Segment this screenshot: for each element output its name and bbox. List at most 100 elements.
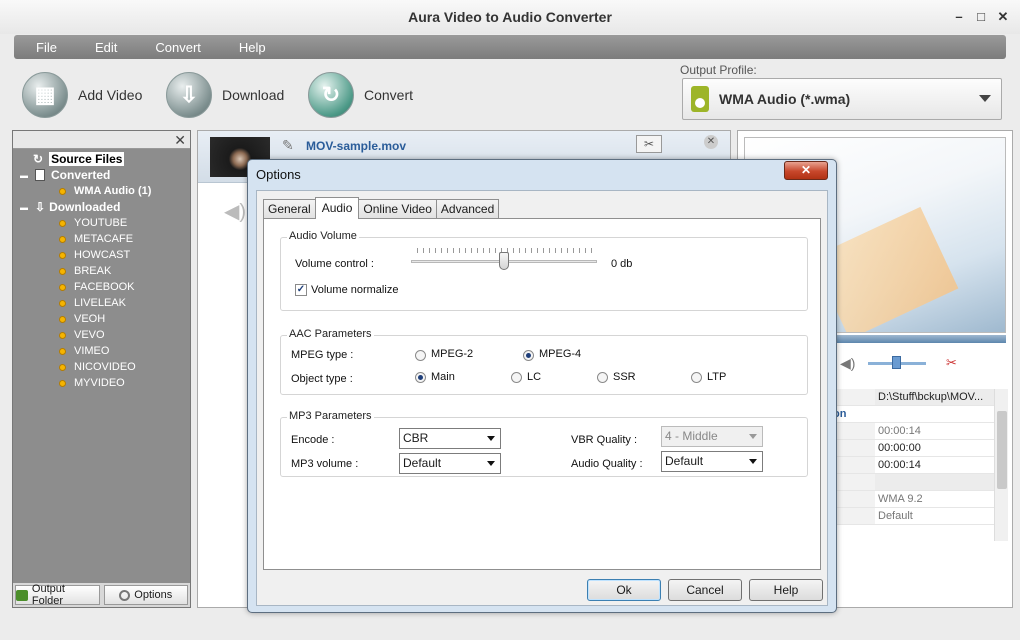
options-button[interactable]: Options bbox=[103, 585, 188, 605]
tree-item-metacafe[interactable]: METACAFE bbox=[13, 231, 190, 247]
tree-item-label: HOWCAST bbox=[74, 249, 131, 261]
maximize-icon[interactable]: □ bbox=[974, 10, 988, 24]
refresh-icon: ↻ bbox=[33, 152, 44, 166]
ok-button[interactable]: Ok bbox=[587, 579, 661, 601]
tree-item-label: BREAK bbox=[74, 265, 112, 277]
remove-file-icon[interactable]: ✕ bbox=[704, 135, 718, 149]
property-row: Default bbox=[830, 508, 998, 525]
chevron-down-icon bbox=[487, 436, 495, 441]
file-name[interactable]: MOV-sample.mov bbox=[306, 139, 406, 153]
property-section-row bbox=[830, 474, 998, 491]
tree-item-label: MYVIDEO bbox=[74, 377, 125, 389]
mp3-volume-value: Default bbox=[403, 456, 442, 470]
gear-icon bbox=[119, 589, 131, 601]
object-main-radio[interactable] bbox=[415, 372, 426, 383]
tab-general[interactable]: General bbox=[263, 199, 316, 219]
scissors-icon[interactable]: ✂ bbox=[946, 355, 957, 371]
tree-item-downloaded[interactable]: ▬ ⇩ Downloaded bbox=[13, 199, 190, 215]
dialog-tabs: General Audio Online Video Advanced bbox=[263, 197, 500, 219]
volume-value: 0 db bbox=[611, 258, 633, 270]
convert-button[interactable]: ↻ Convert bbox=[308, 72, 413, 118]
object-ltp-radio[interactable] bbox=[691, 372, 702, 383]
tree-item-nicovideo[interactable]: NICOVIDEO bbox=[13, 359, 190, 375]
tree-item-howcast[interactable]: HOWCAST bbox=[13, 247, 190, 263]
film-reel-icon: ▦ bbox=[22, 72, 68, 118]
tab-online-video[interactable]: Online Video bbox=[358, 199, 437, 219]
bullet-icon bbox=[59, 379, 66, 387]
window-controls: – □ ✕ bbox=[952, 10, 1010, 24]
tree-item-wma-audio[interactable]: WMA Audio (1) bbox=[13, 183, 190, 199]
tree-item-youtube[interactable]: YOUTUBE bbox=[13, 215, 190, 231]
property-start[interactable]: 00:00:00 bbox=[875, 440, 998, 456]
menu-file[interactable]: File bbox=[36, 40, 57, 55]
tree-item-myvideo[interactable]: MYVIDEO bbox=[13, 375, 190, 391]
tree-item-veoh[interactable]: VEOH bbox=[13, 311, 190, 327]
bullet-icon bbox=[59, 283, 66, 291]
mpeg4-radio[interactable] bbox=[523, 350, 534, 361]
minimize-icon[interactable]: – bbox=[952, 10, 966, 24]
properties-grid: D:\Stuff\bckup\MOV... ion 00:00:14 00:00… bbox=[830, 389, 998, 525]
vbr-quality-select[interactable]: 4 - Middle bbox=[661, 426, 763, 447]
document-icon bbox=[35, 169, 45, 181]
property-path[interactable]: D:\Stuff\bckup\MOV... bbox=[875, 389, 998, 405]
bullet-icon bbox=[59, 235, 66, 243]
close-icon[interactable]: ✕ bbox=[996, 10, 1010, 24]
encode-select[interactable]: CBR bbox=[399, 428, 501, 449]
tree-item-vimeo[interactable]: VIMEO bbox=[13, 343, 190, 359]
mp3-volume-select[interactable]: Default bbox=[399, 453, 501, 474]
dialog-title: Options bbox=[256, 167, 301, 182]
dialog-close-button[interactable]: ✕ bbox=[784, 161, 828, 180]
tree-item-facebook[interactable]: FACEBOOK bbox=[13, 279, 190, 295]
object-ssr-radio[interactable] bbox=[597, 372, 608, 383]
output-folder-button[interactable]: Output Folder bbox=[15, 583, 100, 607]
menu-help[interactable]: Help bbox=[239, 40, 266, 55]
tree-panel-header: ✕ bbox=[13, 131, 190, 149]
tree-item-liveleak[interactable]: LIVELEAK bbox=[13, 295, 190, 311]
download-button[interactable]: ⇩ Download bbox=[166, 72, 284, 118]
convert-label: Convert bbox=[364, 87, 414, 103]
bullet-icon bbox=[59, 363, 66, 371]
close-panel-icon[interactable]: ✕ bbox=[174, 132, 186, 148]
property-end[interactable]: 00:00:14 bbox=[875, 457, 998, 473]
tree-item-label: Downloaded bbox=[49, 200, 121, 214]
cancel-button[interactable]: Cancel bbox=[668, 579, 742, 601]
scissors-icon: ✂ bbox=[643, 137, 655, 151]
close-icon: ✕ bbox=[800, 163, 812, 177]
tree-item-vevo[interactable]: VEVO bbox=[13, 327, 190, 343]
audio-quality-value: Default bbox=[665, 454, 704, 468]
volume-icon: ◀) bbox=[840, 355, 856, 371]
audio-volume-group: Audio Volume Volume control : 0 db ✓ Vol… bbox=[280, 230, 808, 311]
app-title-bar: Aura Video to Audio Converter bbox=[0, 0, 1020, 34]
menu-edit[interactable]: Edit bbox=[95, 40, 117, 55]
property-duration: 00:00:14 bbox=[878, 425, 921, 437]
object-ltp-label: LTP bbox=[707, 371, 727, 383]
volume-slider-thumb[interactable] bbox=[499, 252, 509, 270]
tree-item-source-files[interactable]: ↻ Source Files bbox=[13, 151, 190, 167]
mpeg2-radio[interactable] bbox=[415, 350, 426, 361]
mpeg-type-label: MPEG type : bbox=[291, 349, 354, 361]
menu-convert[interactable]: Convert bbox=[155, 40, 201, 55]
audio-quality-select[interactable]: Default bbox=[661, 451, 763, 472]
property-category-row: ion bbox=[830, 406, 998, 423]
mpeg2-label: MPEG-2 bbox=[431, 348, 474, 360]
tab-advanced[interactable]: Advanced bbox=[435, 199, 500, 219]
pencil-icon[interactable]: ✎ bbox=[282, 137, 294, 154]
output-profile-select[interactable]: WMA Audio (*.wma) bbox=[682, 78, 1002, 120]
help-button[interactable]: Help bbox=[749, 579, 823, 601]
object-main-label: Main bbox=[431, 371, 455, 383]
object-lc-radio[interactable] bbox=[511, 372, 522, 383]
vbr-quality-label: VBR Quality : bbox=[571, 434, 638, 446]
collapse-icon[interactable]: ▬ bbox=[19, 171, 29, 180]
volume-normalize-checkbox[interactable]: ✓ bbox=[295, 284, 307, 296]
trim-button[interactable]: ✂ bbox=[636, 135, 662, 153]
collapse-icon[interactable]: ▬ bbox=[19, 203, 29, 212]
bullet-icon bbox=[59, 267, 66, 275]
tree-item-converted[interactable]: ▬ Converted bbox=[13, 167, 190, 183]
properties-scrollbar[interactable] bbox=[994, 389, 1008, 541]
add-video-button[interactable]: ▦ Add Video bbox=[22, 72, 142, 118]
dialog-body: General Audio Online Video Advanced Audi… bbox=[256, 190, 828, 606]
add-video-label: Add Video bbox=[78, 87, 143, 103]
volume-slider-thumb[interactable] bbox=[892, 356, 901, 369]
tree-item-break[interactable]: BREAK bbox=[13, 263, 190, 279]
tab-audio[interactable]: Audio bbox=[314, 197, 360, 219]
